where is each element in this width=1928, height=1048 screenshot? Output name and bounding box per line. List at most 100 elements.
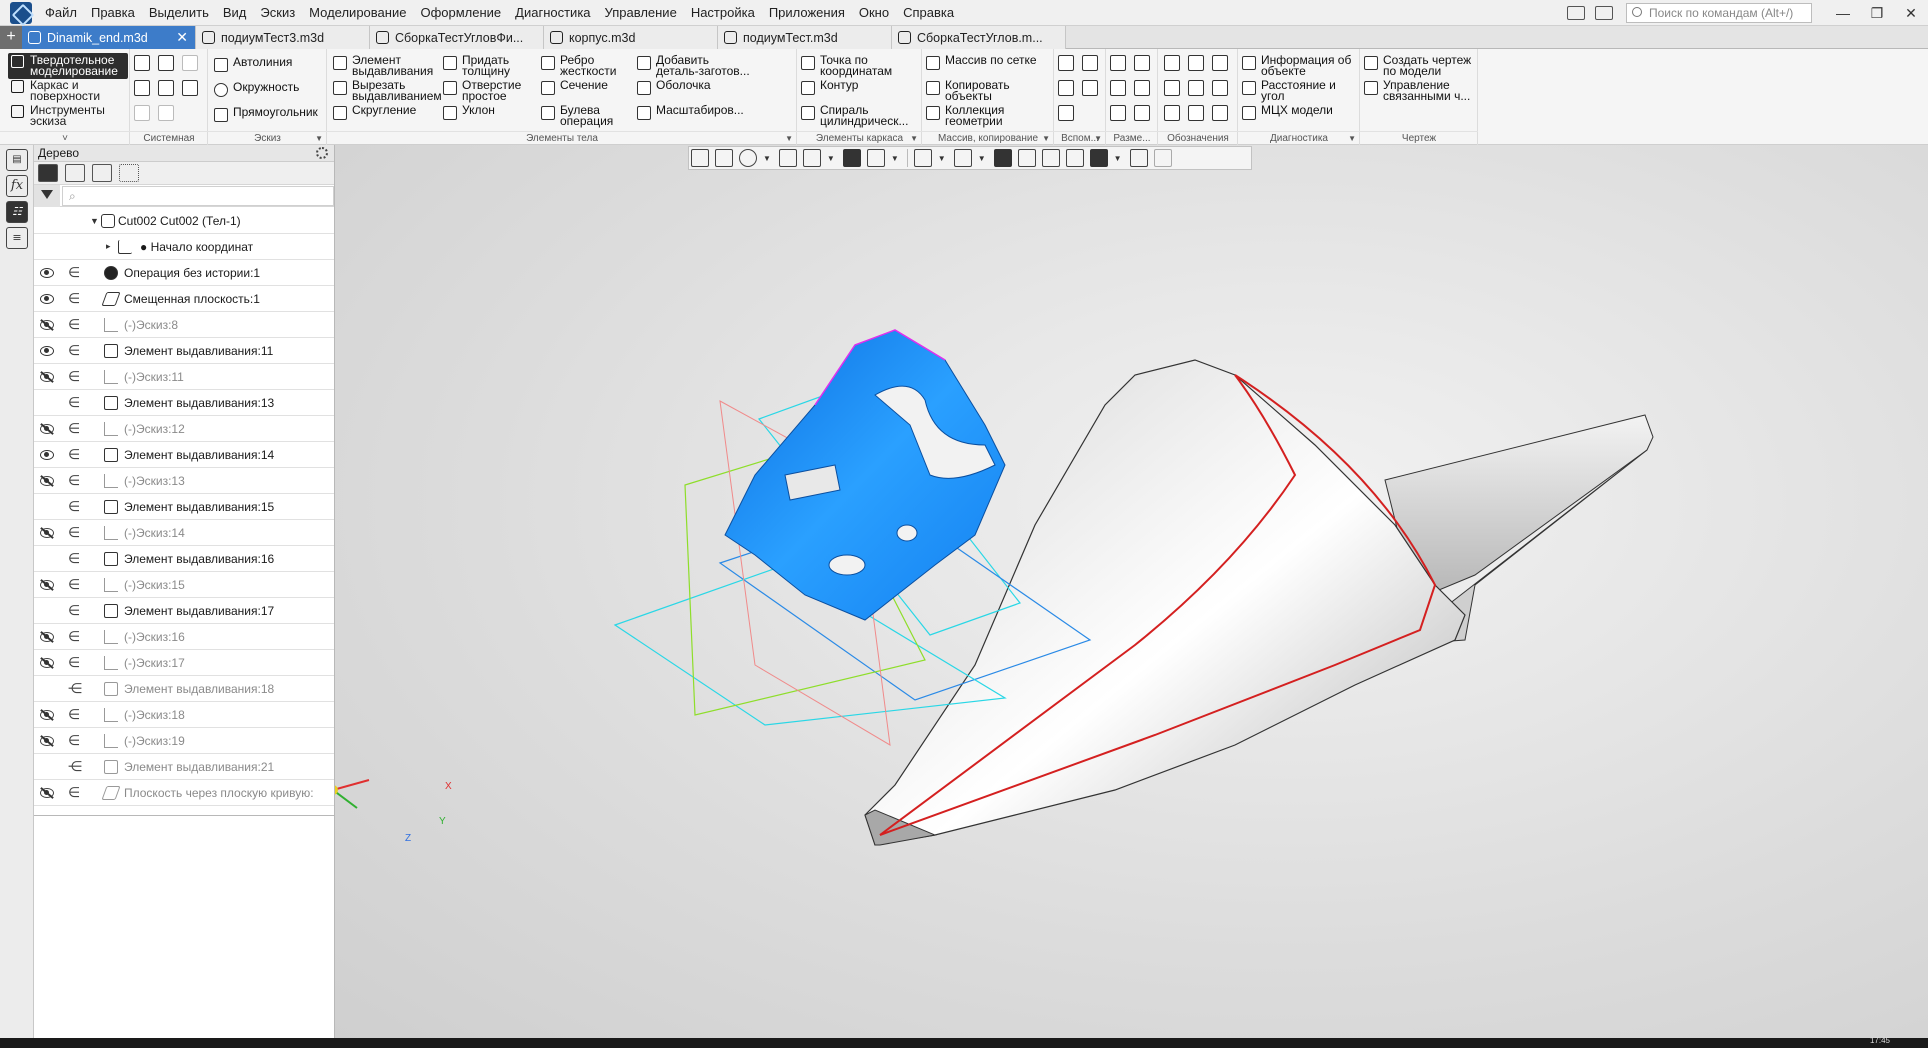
menu-item[interactable]: Правка	[84, 0, 142, 26]
tree-row[interactable]: ∈ (-)Эскиз:14	[34, 520, 334, 546]
mode-solid-modeling[interactable]: Твердотельное моделирование	[8, 53, 128, 79]
element-icon[interactable]: ∈	[68, 342, 80, 359]
menu-item[interactable]: Вид	[216, 0, 254, 26]
radial-dimension-icon[interactable]	[1134, 55, 1150, 71]
hidden-eye-icon[interactable]	[38, 527, 56, 539]
filter-icon[interactable]	[34, 184, 60, 207]
position-mark-icon[interactable]	[1164, 105, 1180, 121]
rib-button[interactable]: Сечение	[541, 79, 608, 95]
close-tab-icon[interactable]: ✕	[176, 29, 188, 46]
element-icon[interactable]: ∈	[68, 628, 80, 645]
auto-dimension-icon[interactable]	[1110, 105, 1126, 121]
menu-item[interactable]: Управление	[598, 0, 684, 26]
linear-dimension-icon[interactable]	[1110, 55, 1126, 71]
eye-icon[interactable]	[38, 345, 56, 357]
thicken-button[interactable]: Придать толщину	[443, 54, 510, 77]
drawing-button[interactable]: Создать чертеж по модели	[1364, 54, 1471, 77]
tree-row[interactable]: ∈ Элемент выдавливания:15	[34, 494, 334, 520]
save-all-icon[interactable]	[182, 80, 198, 96]
small-hole-shape[interactable]	[896, 524, 918, 542]
element-icon[interactable]: ∈	[68, 472, 80, 489]
group-dropdown-icon[interactable]: ▼	[1042, 132, 1050, 146]
hidden-eye-icon[interactable]	[38, 475, 56, 487]
array-button[interactable]: Массив по сетке	[926, 54, 1037, 70]
menu-item[interactable]: Моделирование	[302, 0, 413, 26]
roughness-icon[interactable]	[1212, 55, 1228, 71]
element-icon[interactable]: ∈	[68, 446, 80, 463]
document-tab[interactable]: подиумТест.m3d	[718, 26, 892, 49]
tree-row[interactable]: ∈ (-)Эскиз:16	[34, 624, 334, 650]
element-icon[interactable]: ∈	[68, 316, 80, 333]
screenshot-icon[interactable]	[1595, 6, 1613, 20]
hidden-eye-icon[interactable]	[38, 423, 56, 435]
hidden-eye-icon[interactable]	[38, 631, 56, 643]
frame-button[interactable]: Контур	[801, 79, 858, 95]
menu-item[interactable]: Окно	[852, 0, 896, 26]
tree-row[interactable]: ∈ Элемент выдавливания:14	[34, 442, 334, 468]
drawing-button[interactable]: Управление связанными ч...	[1364, 79, 1470, 102]
menu-item[interactable]: Эскиз	[253, 0, 302, 26]
rib-button[interactable]: Булева операция	[541, 104, 613, 127]
hidden-eye-icon[interactable]	[38, 319, 56, 331]
tree-row[interactable]: ⋲ Элемент выдавливания:21	[34, 754, 334, 780]
add-part-button[interactable]: Масштабиров...	[637, 104, 744, 120]
hidden-eye-icon[interactable]	[38, 371, 56, 383]
leader-icon[interactable]	[1164, 55, 1180, 71]
excluded-element-icon[interactable]: ⋲	[68, 680, 82, 697]
element-icon[interactable]: ∈	[68, 706, 80, 723]
array-button[interactable]: Коллекция геометрии	[926, 104, 1004, 127]
tree-structure-icon[interactable]	[38, 164, 58, 182]
array-button[interactable]: Копировать объекты	[926, 79, 1010, 102]
document-tab[interactable]: подиумТест3.m3d	[196, 26, 370, 49]
tree-search-input[interactable]: ⌕	[62, 185, 334, 206]
menu-item[interactable]: Справка	[896, 0, 961, 26]
tolerance-icon[interactable]	[1188, 80, 1204, 96]
diagnostics-button[interactable]: Информация об объекте	[1242, 54, 1351, 77]
thicken-button[interactable]: Уклон	[443, 104, 495, 120]
mode-frame-surfaces[interactable]: Каркас и поверхности	[8, 78, 128, 104]
extrude-button[interactable]: Элемент выдавливания	[333, 54, 433, 77]
thicken-button[interactable]: Отверстие простое	[443, 79, 521, 102]
frame-button[interactable]: Точка по координатам	[801, 54, 892, 77]
panel-layout-icon[interactable]	[1567, 6, 1585, 20]
element-icon[interactable]: ∈	[68, 264, 80, 281]
tree-row[interactable]: ⋲ Элемент выдавливания:18	[34, 676, 334, 702]
extrude-button[interactable]: Скругление	[333, 104, 416, 120]
save-file-icon[interactable]	[182, 55, 198, 71]
print-preview-icon[interactable]	[158, 80, 174, 96]
minimize-button[interactable]: —	[1826, 0, 1860, 26]
close-window-button[interactable]: ✕	[1894, 0, 1928, 26]
tree-selection-icon[interactable]	[119, 164, 139, 182]
rib-button[interactable]: Ребро жесткости	[541, 54, 616, 77]
hidden-eye-icon[interactable]	[38, 579, 56, 591]
redo-icon[interactable]	[158, 105, 174, 121]
tree-row[interactable]: ∈ Элемент выдавливания:17	[34, 598, 334, 624]
mode-group-expander[interactable]: ˅	[0, 131, 130, 145]
hole-mark-icon[interactable]	[1188, 55, 1204, 71]
tree-row[interactable]: ∈ Элемент выдавливания:11	[34, 338, 334, 364]
extrude-button[interactable]: Вырезать выдавливанием	[333, 79, 442, 102]
collapse-caret-icon[interactable]: ▼	[90, 216, 99, 226]
menu-item[interactable]: Выделить	[142, 0, 216, 26]
print-icon[interactable]	[134, 80, 150, 96]
element-icon[interactable]: ∈	[68, 498, 80, 515]
arc-dimension-icon[interactable]	[1134, 105, 1150, 121]
menu-item[interactable]: Приложения	[762, 0, 852, 26]
variables-panel-icon[interactable]: fx	[6, 175, 28, 197]
autoline-button[interactable]: Автолиния	[214, 56, 292, 72]
thread-mark-icon[interactable]	[1188, 105, 1204, 121]
element-icon[interactable]: ∈	[68, 420, 80, 437]
menu-item[interactable]: Файл	[38, 0, 84, 26]
element-icon[interactable]: ∈	[68, 576, 80, 593]
excluded-element-icon[interactable]: ⋲	[68, 758, 82, 775]
element-icon[interactable]: ∈	[68, 290, 80, 307]
element-icon[interactable]: ∈	[68, 654, 80, 671]
eye-icon[interactable]	[38, 293, 56, 305]
tree-row[interactable]: ∈ (-)Эскиз:19	[34, 728, 334, 754]
gear-icon[interactable]	[316, 147, 328, 159]
tree-row[interactable]: ▸ ● Начало координат	[34, 234, 334, 260]
aux-axis-icon[interactable]	[1082, 55, 1098, 71]
eye-icon[interactable]	[38, 267, 56, 279]
document-tab[interactable]: СборкаТестУглов.m...	[892, 26, 1066, 49]
tree-row[interactable]: ∈ (-)Эскиз:13	[34, 468, 334, 494]
